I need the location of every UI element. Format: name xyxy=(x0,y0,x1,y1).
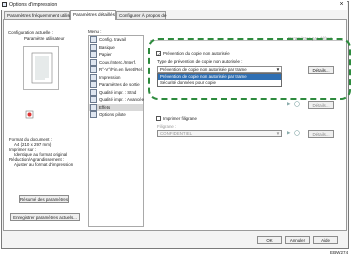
output-icon xyxy=(90,81,97,89)
figure-code: EBW274 xyxy=(330,250,349,255)
basic-icon xyxy=(90,43,97,51)
watermark-checkbox-label: Imprimer filigrane xyxy=(163,116,197,121)
watermark-play-icon: ▶ xyxy=(287,130,291,135)
details-button-2[interactable]: Détails... xyxy=(308,101,334,109)
job-setup-icon xyxy=(90,36,97,44)
menu-item-paper[interactable]: Papier xyxy=(90,51,112,59)
watermark-details-button[interactable]: Détails... xyxy=(308,130,334,138)
save-settings-button[interactable]: Enregistrer paramètres actuels... xyxy=(10,213,80,221)
summary-button[interactable]: Résumé des paramètres xyxy=(19,195,69,203)
menu-item-duplex[interactable]: R°-V°/Fin.en livret/Rel. xyxy=(90,66,143,74)
quality-standard-icon xyxy=(90,88,97,96)
menu-label: Menu : xyxy=(88,29,102,34)
page-preview xyxy=(23,46,59,90)
orientation-icon xyxy=(25,110,34,119)
watermark-info-icon xyxy=(294,130,300,136)
menu-item-quality-advanced[interactable]: Qualité impr. : Avancée xyxy=(90,96,144,104)
document-preview-icon xyxy=(31,52,53,84)
watermark-dropdown[interactable]: CONFIDENTIEL xyxy=(157,130,282,137)
menu-item-job-setup[interactable]: Config. travail xyxy=(90,36,126,44)
tab-frequent[interactable]: Paramètres fréquemment utilisés xyxy=(4,11,74,19)
watermark-checkbox[interactable] xyxy=(156,116,161,121)
reduce-enlarge-value: Ajuster au format d'impression xyxy=(14,162,74,167)
quality-advanced-icon xyxy=(90,96,97,104)
close-icon[interactable]: × xyxy=(337,0,346,9)
driver-options-icon xyxy=(90,111,97,119)
info-circle-icon xyxy=(294,101,300,107)
menu-item-basic[interactable]: Basique xyxy=(90,43,115,51)
window-title: Options d'impression xyxy=(9,2,58,8)
menu-item-print[interactable]: Impression xyxy=(90,73,120,81)
play-icon: ▶ xyxy=(287,101,291,106)
covers-icon xyxy=(90,58,97,66)
tab-configure[interactable]: Configurer À propos de xyxy=(116,11,167,19)
print-icon xyxy=(90,73,97,81)
menu-item-driver-options[interactable]: Options pilote xyxy=(90,111,126,119)
current-config-value: Paramètre utilisateur xyxy=(24,36,65,41)
watermark-chevron-icon[interactable]: ▼ xyxy=(274,130,282,137)
menu-item-output[interactable]: Paramètres de sortie xyxy=(90,81,140,89)
cancel-button[interactable]: Annuler xyxy=(285,236,310,244)
effects-icon xyxy=(90,103,97,111)
help-button[interactable]: Aide xyxy=(313,236,338,244)
tab-detailed[interactable]: Paramètres détaillés xyxy=(70,10,116,20)
menu-item-effects[interactable]: Effets xyxy=(89,103,143,111)
ok-button[interactable]: OK xyxy=(257,236,282,244)
highlight-callout xyxy=(148,38,351,100)
duplex-icon xyxy=(90,66,97,74)
paper-icon xyxy=(90,51,97,59)
watermark-field-label: Filigrane : xyxy=(157,124,177,129)
printer-app-icon xyxy=(2,2,7,7)
menu-item-covers[interactable]: Couv./Interc./Interf. xyxy=(90,58,136,66)
menu-item-quality-standard[interactable]: Qualité impr. : Stnd xyxy=(90,88,136,96)
current-config-label: Configuration actuelle : xyxy=(8,30,53,35)
